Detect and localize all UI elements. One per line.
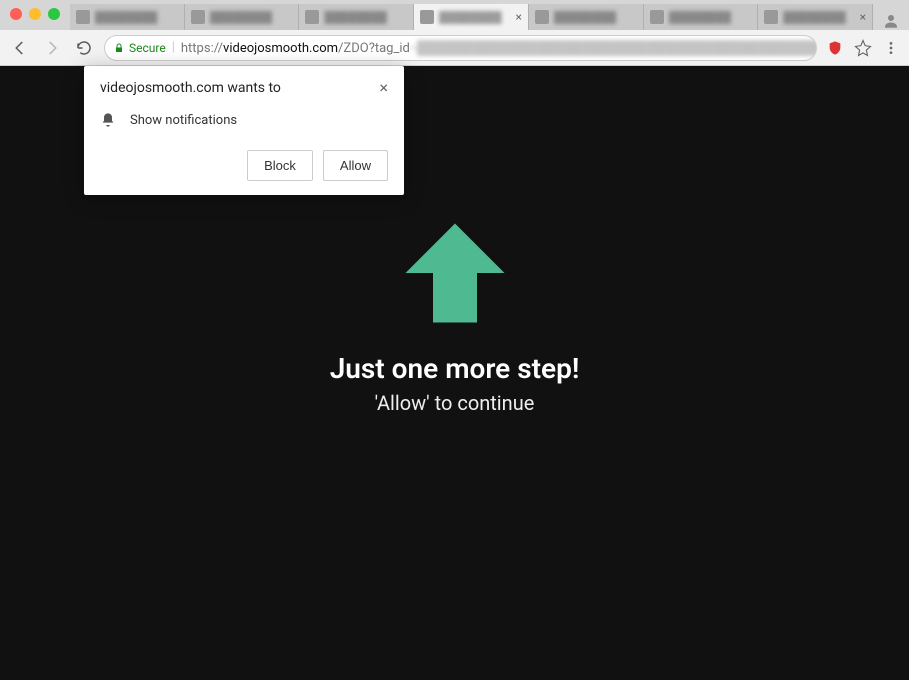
reload-button[interactable] [72,36,96,60]
tab-3[interactable]: ████████ × [414,4,529,30]
kebab-icon [883,40,899,56]
arrow-up-icon [400,218,510,328]
toolbar: Secure | https://videojosmooth.com/ZDO?t… [0,30,909,66]
tab-2[interactable]: ████████ [299,4,414,30]
arrow-up-graphic [400,218,510,332]
bookmark-button[interactable] [853,39,873,57]
favicon-icon [76,10,90,24]
forward-button[interactable] [40,36,64,60]
tab-label: ████████ [439,11,510,24]
allow-button[interactable]: Allow [323,150,388,181]
favicon-icon [420,10,434,24]
url-text: https://videojosmooth.com/ZDO?tag_id=███… [181,40,817,56]
block-button[interactable]: Block [247,150,313,181]
tab-4[interactable]: ████████ [529,4,644,30]
minimize-window-button[interactable] [29,8,41,20]
tab-strip: ████████ ████████ ████████ ████████ × ███… [0,0,909,30]
tab-label: ████████ [210,11,293,24]
tab-label: ████████ [554,11,637,24]
tab-label: ████████ [669,11,752,24]
arrow-right-icon [43,39,61,57]
tab-6[interactable]: ████████ × [758,4,873,30]
tab-label: ████████ [783,11,854,24]
favicon-icon [305,10,319,24]
tab-5[interactable]: ████████ [644,4,759,30]
extension-button[interactable] [825,40,845,56]
reload-icon [75,39,93,57]
permission-label: Show notifications [130,113,237,128]
favicon-icon [764,10,778,24]
favicon-icon [535,10,549,24]
close-tab-icon[interactable]: × [860,10,866,24]
back-button[interactable] [8,36,32,60]
secure-indicator: Secure [113,41,166,55]
close-tab-icon[interactable]: × [515,10,521,24]
prompt-title: videojosmooth.com wants to [100,80,281,96]
fullscreen-window-button[interactable] [48,8,60,20]
notification-permission-prompt: videojosmooth.com wants to × Show notifi… [84,66,404,195]
close-window-button[interactable] [10,8,22,20]
profile-button[interactable] [873,12,909,30]
tab-label: ████████ [95,11,178,24]
subline-text: 'Allow' to continue [0,391,909,415]
menu-button[interactable] [881,40,901,56]
person-icon [882,12,900,30]
secure-label: Secure [129,41,166,55]
close-prompt-button[interactable]: × [379,80,388,96]
tab-1[interactable]: ████████ [185,4,300,30]
favicon-icon [191,10,205,24]
arrow-left-icon [11,39,29,57]
star-icon [854,39,872,57]
headline-text: Just one more step! [0,352,909,385]
favicon-icon [650,10,664,24]
tab-label: ████████ [324,11,407,24]
lock-icon [113,42,125,54]
address-bar[interactable]: Secure | https://videojosmooth.com/ZDO?t… [104,35,817,61]
window-controls [10,8,60,20]
shield-icon [827,40,843,56]
tab-0[interactable]: ████████ [70,4,185,30]
page-message: Just one more step! 'Allow' to continue [0,218,909,415]
bell-icon [100,112,116,128]
